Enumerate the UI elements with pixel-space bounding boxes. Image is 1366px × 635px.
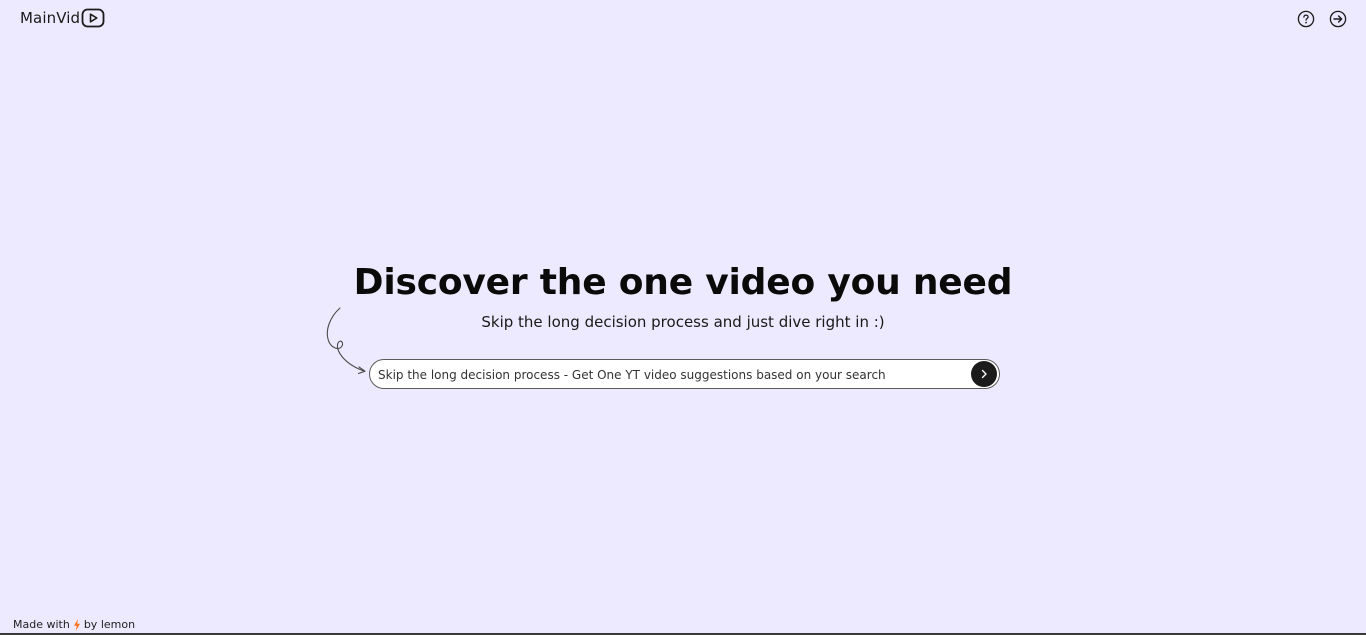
search-input[interactable] [378, 364, 968, 386]
footer-prefix: Made with [13, 618, 70, 631]
help-icon[interactable] [1297, 10, 1315, 28]
play-icon [81, 8, 105, 28]
chevron-right-icon [981, 369, 987, 379]
page-subtitle: Skip the long decision process and just … [481, 313, 885, 331]
footer: Made with by lemon [13, 618, 135, 631]
logo[interactable]: MainVid [20, 8, 105, 28]
lightning-icon [73, 618, 80, 631]
curved-arrow-icon [326, 307, 366, 375]
footer-suffix: by lemon [83, 618, 136, 631]
logo-text: MainVid [20, 9, 81, 27]
header-actions [1297, 10, 1347, 28]
sign-in-icon[interactable] [1329, 10, 1347, 28]
page-title: Discover the one video you need [353, 262, 1013, 303]
page: MainVid Discover the one video you need … [0, 0, 1366, 635]
search-bar [369, 359, 1000, 389]
search-submit-button[interactable] [971, 361, 997, 387]
